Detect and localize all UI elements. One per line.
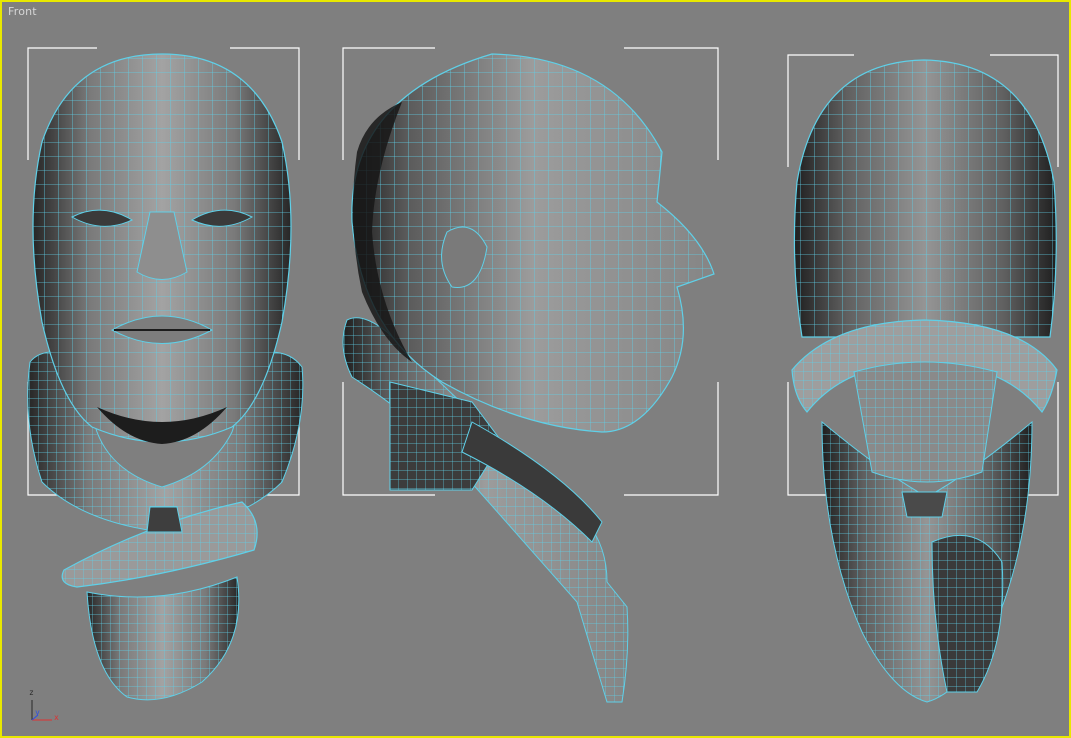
- axis-gizmo: z y x: [24, 686, 74, 728]
- front-viewport[interactable]: Front z y x: [0, 0, 1071, 738]
- side-head-group: [342, 53, 715, 703]
- front-head-group: [27, 53, 304, 701]
- axis-z-label: z: [29, 688, 34, 697]
- axis-x-label: x: [54, 713, 59, 722]
- head-front-model[interactable]: [2, 2, 1071, 738]
- axis-y-label: y: [35, 708, 40, 717]
- back-head-group: [791, 59, 1058, 703]
